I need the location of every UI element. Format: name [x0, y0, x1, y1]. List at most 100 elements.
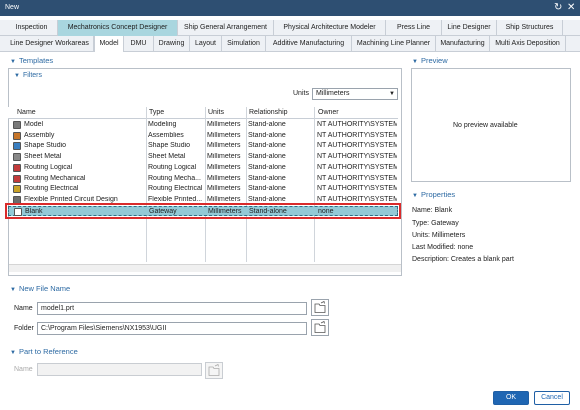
template-row[interactable]: Assembly Assemblies Millimeters Stand-alone… — [8, 131, 398, 142]
col-units[interactable]: Units — [208, 109, 224, 116]
properties-header[interactable]: ▼ Properties — [412, 190, 455, 199]
template-row[interactable]: Routing Mechanical Routing Mecha... Millim… — [8, 174, 398, 185]
cell-units: Millimeters — [207, 174, 241, 182]
browse-folder-button[interactable] — [311, 319, 329, 336]
tab-line-designer-workareas[interactable]: Line Designer Workareas — [6, 36, 94, 52]
preview-header[interactable]: ▼ Preview — [412, 56, 448, 65]
template-row[interactable]: Flexible Printed Circuit Design Flexible … — [8, 195, 398, 206]
tab-ship-general-arrangement[interactable]: Ship General Arrangement — [178, 20, 274, 36]
col-relationship[interactable]: Relationship — [249, 109, 288, 116]
cell-units: Millimeters — [208, 207, 242, 215]
name-label: Name — [14, 305, 33, 312]
cell-relationship: Stand-alone — [249, 207, 287, 215]
col-type[interactable]: Type — [149, 109, 164, 116]
template-row[interactable]: Shape Studio Shape Studio Millimeters Stand… — [8, 141, 398, 152]
tab-mechatronics-concept-designer[interactable]: Mechatronics Concept Designer — [58, 20, 178, 36]
part-ref-browse-button[interactable] — [205, 362, 223, 379]
cell-owner: NT AUTHORITY\SYSTEM — [317, 153, 397, 161]
preview-collapse-icon: ▼ — [412, 59, 418, 65]
preview-panel: No preview available — [411, 68, 571, 182]
close-icon[interactable]: ✕ — [567, 2, 575, 13]
prop-last-modified: Last Modified: none — [412, 244, 474, 251]
filters-collapse-icon: ▼ — [14, 73, 20, 79]
preview-title: Preview — [420, 56, 448, 65]
cell-type: Modeling — [148, 121, 177, 128]
grid-horizontal-scrollbar[interactable] — [9, 264, 401, 272]
preview-text: No preview available — [453, 122, 518, 129]
file-name-input[interactable]: model1.prt — [37, 302, 307, 315]
cell-owner: none — [318, 207, 334, 215]
cell-name: Routing Logical — [24, 163, 73, 171]
tab-machining-line-planner[interactable]: Machining Line Planner — [352, 36, 436, 52]
cell-units: Millimeters — [207, 195, 241, 203]
cell-owner: NT AUTHORITY\SYSTEM — [317, 174, 397, 182]
tab-additive-manufacturing[interactable]: Additive Manufacturing — [266, 36, 352, 52]
cell-type: Assemblies — [148, 131, 184, 139]
cell-relationship: Stand-alone — [248, 174, 286, 182]
ok-button[interactable]: OK — [493, 391, 529, 405]
part-reference-header[interactable]: ▼ Part to Reference — [10, 347, 78, 356]
tab-press-line[interactable]: Press Line — [386, 20, 442, 36]
units-select[interactable]: Millimeters ▼ — [312, 88, 398, 100]
tab-inspection[interactable]: Inspection — [6, 20, 58, 36]
cell-relationship: Stand-alone — [248, 163, 286, 171]
units-label: Units — [293, 90, 309, 97]
cell-relationship: Stand-alone — [248, 131, 286, 139]
tab-line-designer[interactable]: Line Designer — [442, 20, 497, 36]
cell-name: Flexible Printed Circuit Design — [24, 195, 118, 203]
blank-icon — [14, 207, 22, 216]
cell-type: Gateway — [149, 207, 177, 215]
shape-studio-icon — [13, 142, 21, 151]
cell-units: Millimeters — [207, 142, 241, 150]
filters-header[interactable]: ▼ Filters — [14, 72, 42, 79]
tab-dmu[interactable]: DMU — [124, 36, 154, 52]
tab-simulation[interactable]: Simulation — [222, 36, 266, 52]
cell-owner: NT AUTHORITY\SYSTEM — [317, 163, 397, 171]
model-icon — [13, 121, 21, 129]
col-owner[interactable]: Owner — [318, 109, 339, 116]
new-file-collapse-icon: ▼ — [10, 287, 16, 293]
folder-open-icon — [314, 300, 326, 313]
tab-layout[interactable]: Layout — [190, 36, 222, 52]
cell-name: Shape Studio — [24, 142, 67, 150]
browse-name-button[interactable] — [311, 299, 329, 316]
chevron-down-icon: ▼ — [389, 91, 395, 97]
template-row[interactable]: Sheet Metal Sheet Metal Millimeters Stand-a… — [8, 152, 398, 163]
cell-name: Sheet Metal — [24, 153, 62, 161]
cell-relationship: Stand-alone — [248, 195, 286, 203]
tab-model[interactable]: Model — [94, 36, 124, 52]
cell-relationship: Stand-alone — [248, 121, 286, 128]
part-reference-title: Part to Reference — [18, 347, 78, 356]
template-row[interactable]: Routing Logical Routing Logical Millimeter… — [8, 163, 398, 174]
prop-units: Units: Millimeters — [412, 232, 466, 239]
tab-drawing[interactable]: Drawing — [154, 36, 190, 52]
cell-relationship: Stand-alone — [248, 153, 286, 161]
restore-icon[interactable]: ↻ — [554, 2, 562, 13]
cell-name: Model — [24, 121, 44, 128]
cancel-button[interactable]: Cancel — [534, 391, 570, 405]
cell-name: Routing Mechanical — [24, 174, 86, 182]
template-row[interactable]: Routing Electrical Routing Electrical Mill… — [8, 184, 398, 195]
units-select-value: Millimeters — [316, 90, 350, 97]
prop-description: Description: Creates a blank part — [412, 256, 514, 263]
cell-units: Millimeters — [207, 131, 241, 139]
cell-type: Routing Logical — [148, 163, 197, 171]
tab-physical-architecture-modeler[interactable]: Physical Architecture Modeler — [274, 20, 386, 36]
sheet-metal-icon — [13, 153, 21, 162]
cell-units: Millimeters — [207, 153, 241, 161]
tab-multi-axis-deposition[interactable]: Multi Axis Deposition — [490, 36, 566, 52]
cell-units: Millimeters — [207, 185, 241, 193]
collapse-arrow-icon: ▼ — [10, 59, 16, 65]
template-row[interactable]: Model Modeling Millimeters Stand-alone NT AU… — [8, 120, 398, 131]
template-row[interactable]: Blank Gateway Millimeters Stand-alone none — [5, 202, 401, 219]
tab-row-2: Line Designer Workareas Model DMU Drawin… — [0, 36, 580, 52]
tab-row-1: Inspection Mechatronics Concept Designer… — [0, 20, 580, 36]
tab-manufacturing[interactable]: Manufacturing — [436, 36, 490, 52]
new-file-title: New File Name — [18, 284, 71, 293]
col-name[interactable]: Name — [17, 109, 36, 116]
part-ref-name-input[interactable] — [37, 363, 202, 376]
templates-header[interactable]: ▼ Templates — [10, 56, 53, 65]
new-file-header[interactable]: ▼ New File Name — [10, 284, 70, 293]
folder-input[interactable]: C:\Program Files\Siemens\NX1953\UGII — [37, 322, 307, 335]
tab-ship-structures[interactable]: Ship Structures — [497, 20, 563, 36]
